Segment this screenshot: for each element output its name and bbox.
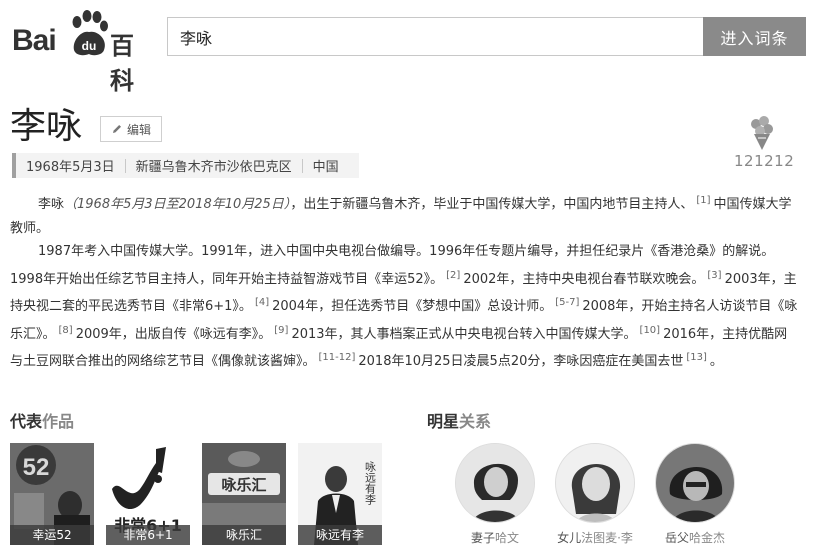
daughter-avatar-photo [556,444,634,522]
yongyuanyouli-cover-text: 咏远有李 [364,461,377,505]
work-card-feichang61[interactable]: 非常6+1 非常6+1 [106,443,190,545]
relation-label: 岳父哈金杰 [650,529,740,546]
relation-label: 女儿法图麦·李 [550,529,640,546]
bio-text: 2009年，出版自传《咏远有李》。 [75,326,272,342]
works-title-sub: 作品 [42,412,75,431]
avatar [555,443,635,523]
relation-role: 妻子 [470,531,495,545]
lifespan-text: （1968年5月3日至2018年10月25日） [64,197,291,212]
logo-du-text: du [82,39,97,53]
info-birthplace: 新疆乌鲁木齐市沙依巴克区 [135,160,292,175]
avatar [455,443,535,523]
lucky52-cover-text: 52 [23,454,50,481]
logo-bai-text: Bai [12,24,57,57]
reference-link[interactable]: [5-7] [552,297,582,308]
reference-link[interactable]: [8] [56,325,76,336]
relation-role: 女儿 [557,531,582,545]
bio-text: 2018年10月25日凌晨5点20分，李咏因癌症在美国去世 [358,354,684,369]
basic-info-bar: 1968年5月3日 新疆乌鲁木齐市沙依巴克区 中国 [12,153,359,178]
father-in-law-avatar-photo [656,444,734,522]
flower-bouquet-icon[interactable] [740,112,782,154]
works-title-main: 代表 [10,412,43,431]
work-label: 咏远有李 [298,525,382,545]
wife-avatar-photo [456,444,534,522]
work-label: 非常6+1 [106,525,190,545]
pencil-icon [112,125,121,133]
info-birthdate: 1968年5月3日 [26,160,115,175]
reference-link[interactable]: [10] [637,325,664,336]
search-input[interactable] [167,17,703,56]
reference-link[interactable]: [4] [252,297,272,308]
relation-label: 妻子哈文 [450,529,540,546]
relation-name: 哈文 [495,531,520,545]
subject-name: 李咏 [38,197,65,212]
bio-text: 。 [709,354,723,369]
paw-logo-icon: du [72,10,108,56]
edit-button[interactable]: 编辑 [100,116,162,142]
work-card-yonglehui[interactable]: 咏乐汇 咏乐汇 [202,443,286,545]
reference-link[interactable]: [1] [693,195,713,206]
work-label: 咏乐汇 [202,525,286,545]
info-nationality: 中国 [312,160,339,175]
biography-paragraph: 1987年考入中国传媒大学。1991年，进入中国中央电视台做编导。1996年任专… [10,240,800,374]
relations-title-sub: 关系 [459,412,492,431]
baidu-baike-logo[interactable]: Bai du 百科 [12,8,152,95]
bio-text: 2004年，担任选秀节目《梦想中国》总设计师。 [272,299,553,314]
enter-entry-button[interactable]: 进入词条 [703,17,806,56]
relation-name: 法图麦·李 [581,531,633,545]
relation-name: 哈金杰 [689,531,726,545]
avatar [655,443,735,523]
page-title: 李咏 [10,106,83,147]
relations-section-title: 明星关系 [427,408,491,432]
bio-text: 2002年，主持中央电视台春节联欢晚会。 [463,271,705,287]
summary-paragraph: 李咏（1968年5月3日至2018年10月25日），出生于新疆乌鲁木齐，毕业于中… [10,189,800,240]
edit-label: 编辑 [126,122,151,137]
relation-wife[interactable]: 妻子哈文 [450,443,540,546]
reference-link[interactable]: [2] [443,270,463,281]
work-card-yongyuanyouli[interactable]: 咏远有李 咏远有李 [298,443,382,545]
reference-link[interactable]: [9] [271,325,291,336]
relation-daughter[interactable]: 女儿法图麦·李 [550,443,640,546]
relation-role: 岳父 [664,531,689,545]
work-card-lucky52[interactable]: 52 幸运52 [10,443,94,545]
bio-text: 2013年，其人事档案正式从中央电视台转入中国传媒大学。 [291,326,637,342]
reference-link[interactable]: [13] [683,352,710,363]
reference-link[interactable]: [11-12] [316,352,359,363]
work-label: 幸运52 [10,525,94,545]
relation-father-in-law[interactable]: 岳父哈金杰 [650,443,740,546]
yonglehui-cover-text: 咏乐汇 [221,476,266,494]
reference-link[interactable]: [3] [704,270,724,281]
works-section-title: 代表作品 [10,408,74,432]
logo-baike-text: 百科 [110,32,134,95]
flower-count: 121212 [734,152,795,170]
summary-text: ，出生于新疆乌鲁木齐，毕业于中国传媒大学，中国内地节目主持人、 [290,197,694,212]
relations-title-main: 明星 [427,412,460,431]
